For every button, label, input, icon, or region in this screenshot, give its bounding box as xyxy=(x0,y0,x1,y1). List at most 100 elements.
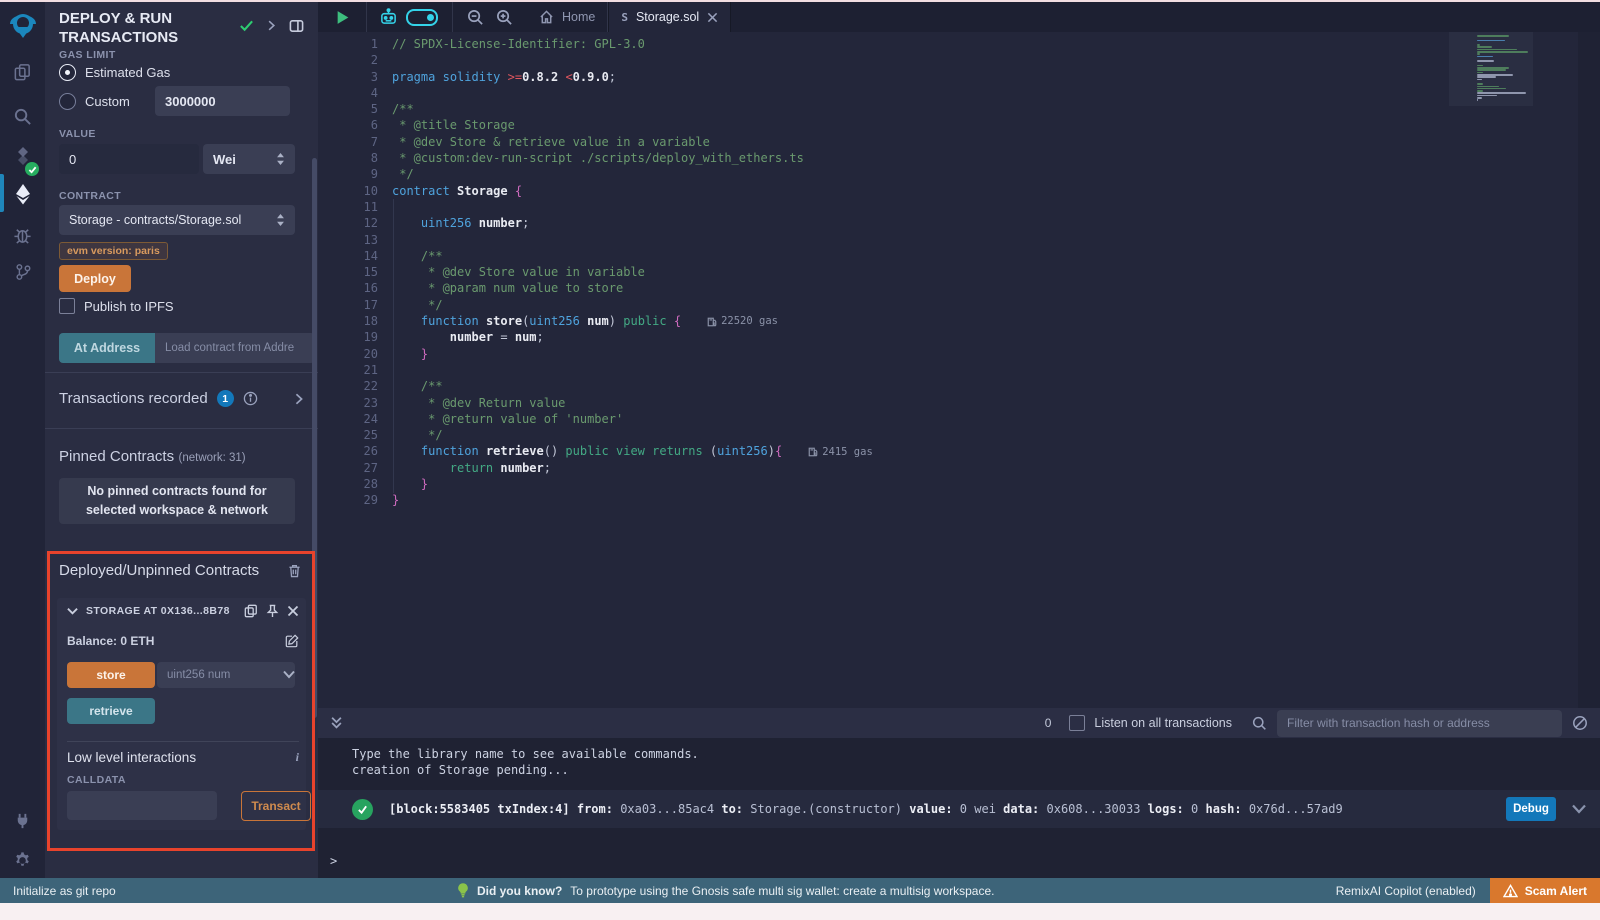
sidebar-item-settings[interactable] xyxy=(0,842,45,878)
updown-caret-icon xyxy=(276,214,285,226)
copilot-toggle[interactable] xyxy=(406,9,438,26)
store-arg-input[interactable] xyxy=(157,662,295,688)
git-init-button[interactable]: Initialize as git repo xyxy=(13,884,116,898)
lowlevel-info-icon[interactable]: i xyxy=(296,750,299,765)
minimap-line xyxy=(1477,86,1499,88)
radio-estimated-icon xyxy=(59,64,76,81)
minimap-line xyxy=(1477,46,1492,48)
line-number: 22 xyxy=(318,378,378,394)
code-lines: // SPDX-License-Identifier: GPL-3.0pragm… xyxy=(392,36,873,509)
sidebar-item-plugin-manager[interactable] xyxy=(0,802,45,838)
trash-icon[interactable] xyxy=(288,564,301,578)
code-line xyxy=(392,52,873,68)
retrieve-function-button[interactable]: retrieve xyxy=(67,698,155,724)
tx-success-icon xyxy=(352,799,373,820)
run-script-icon[interactable] xyxy=(336,10,350,25)
instance-title: STORAGE AT 0X136...8B78 xyxy=(86,605,230,617)
at-address-input[interactable] xyxy=(155,333,315,363)
terminal-filter-input[interactable] xyxy=(1277,710,1562,737)
radio-estimated-gas[interactable]: Estimated Gas xyxy=(59,64,170,81)
scam-alert-button[interactable]: Scam Alert xyxy=(1490,878,1600,903)
transact-button[interactable]: Transact xyxy=(241,791,311,821)
deploy-button[interactable]: Deploy xyxy=(59,265,131,292)
sidebar-item-search[interactable] xyxy=(0,98,45,134)
expand-args-icon[interactable] xyxy=(283,670,295,679)
expand-log-icon[interactable] xyxy=(1572,804,1586,814)
contract-select[interactable]: Storage - contracts/Storage.sol xyxy=(59,205,295,235)
ai-assistant-icon[interactable] xyxy=(379,8,398,26)
sidebar-item-solidity-compiler[interactable] xyxy=(0,138,45,174)
instance-header-row[interactable]: STORAGE AT 0X136...8B78 xyxy=(67,604,299,618)
listen-checkbox[interactable] xyxy=(1069,715,1085,731)
icon-rail xyxy=(0,2,45,878)
transaction-log-row[interactable]: [block:5583405 txIndex:4] from: 0xa03...… xyxy=(318,790,1600,828)
terminal-toolbar: 0 Listen on all transactions xyxy=(318,708,1600,738)
terminal[interactable]: Type the library name to see available c… xyxy=(318,738,1600,878)
updown-caret-icon xyxy=(276,153,285,165)
code-line: function store(uint256 num) public {2252… xyxy=(392,313,873,329)
at-address-button[interactable]: At Address xyxy=(59,333,155,363)
expand-tx-icon[interactable] xyxy=(294,393,304,405)
lowlevel-row: Low level interactions i xyxy=(67,750,299,765)
custom-gas-input[interactable] xyxy=(155,86,290,116)
calldata-input[interactable] xyxy=(67,791,217,820)
line-number: 23 xyxy=(318,395,378,411)
code-editor[interactable]: 1234567891011121314151617181920212223242… xyxy=(318,32,1600,708)
line-number: 18 xyxy=(318,313,378,329)
tab-storage-sol[interactable]: S Storage.sol xyxy=(608,2,731,32)
line-number: 14 xyxy=(318,248,378,264)
line-number: 21 xyxy=(318,362,378,378)
sidebar-item-git[interactable] xyxy=(0,254,45,290)
pin-icon[interactable] xyxy=(266,604,279,618)
zoom-in-icon[interactable] xyxy=(496,9,513,26)
terminal-prompt[interactable]: > xyxy=(330,853,337,869)
close-tab-icon[interactable] xyxy=(707,12,718,23)
line-number: 3 xyxy=(318,69,378,85)
value-unit-select[interactable]: Wei xyxy=(203,144,295,174)
contract-label: CONTRACT xyxy=(59,190,121,202)
minimap-line xyxy=(1477,95,1497,97)
publish-ipfs-row[interactable]: Publish to IPFS xyxy=(59,298,174,314)
editor-right-gutter xyxy=(1578,32,1600,708)
code-line: * @dev Store & retrieve value in a varia… xyxy=(392,134,873,150)
code-line: /** xyxy=(392,248,873,264)
collapse-terminal-icon[interactable] xyxy=(330,716,343,730)
minimap-line xyxy=(1477,76,1496,78)
debug-button[interactable]: Debug xyxy=(1506,797,1556,821)
copy-icon[interactable] xyxy=(244,604,258,618)
listen-label[interactable]: Listen on all transactions xyxy=(1094,716,1232,730)
line-number: 2 xyxy=(318,52,378,68)
copilot-status[interactable]: RemixAI Copilot (enabled) xyxy=(1336,884,1476,898)
line-number: 6 xyxy=(318,117,378,133)
edit-icon[interactable] xyxy=(285,634,299,648)
toolbar-separator xyxy=(452,2,453,32)
sidebar-item-deploy-run[interactable] xyxy=(0,176,45,212)
store-function-button[interactable]: store xyxy=(67,662,155,688)
code-line xyxy=(392,362,873,378)
info-icon[interactable] xyxy=(243,391,258,406)
terminal-line: creation of Storage pending... xyxy=(318,762,1600,778)
line-number: 29 xyxy=(318,492,378,508)
clear-terminal-icon[interactable] xyxy=(1572,715,1588,731)
sidebar-item-debugger[interactable] xyxy=(0,216,45,252)
value-input[interactable] xyxy=(59,144,199,174)
publish-ipfs-checkbox[interactable] xyxy=(59,298,75,314)
deployed-title-row: Deployed/Unpinned Contracts xyxy=(59,562,301,579)
code-line: function retrieve() public view returns … xyxy=(392,443,873,459)
toolbar-separator xyxy=(366,2,367,32)
panel-forward-icon[interactable] xyxy=(266,20,277,31)
remix-logo[interactable] xyxy=(0,8,45,44)
minimap-line xyxy=(1477,44,1480,46)
tab-home[interactable]: Home xyxy=(527,2,607,32)
transactions-recorded-row[interactable]: Transactions recorded 1 xyxy=(59,390,304,407)
panel-scrollbar[interactable] xyxy=(312,158,317,718)
minimap-line xyxy=(1477,35,1509,37)
terminal-line: Type the library name to see available c… xyxy=(318,738,1600,762)
pin-panel-icon[interactable] xyxy=(289,19,304,33)
zoom-out-icon[interactable] xyxy=(467,9,484,26)
close-icon[interactable] xyxy=(287,605,299,617)
sidebar-item-file-explorer[interactable] xyxy=(0,54,45,90)
status-bar: Initialize as git repo Did you know? To … xyxy=(0,878,1600,903)
line-number: 20 xyxy=(318,346,378,362)
radio-custom-gas[interactable]: Custom xyxy=(59,86,130,116)
